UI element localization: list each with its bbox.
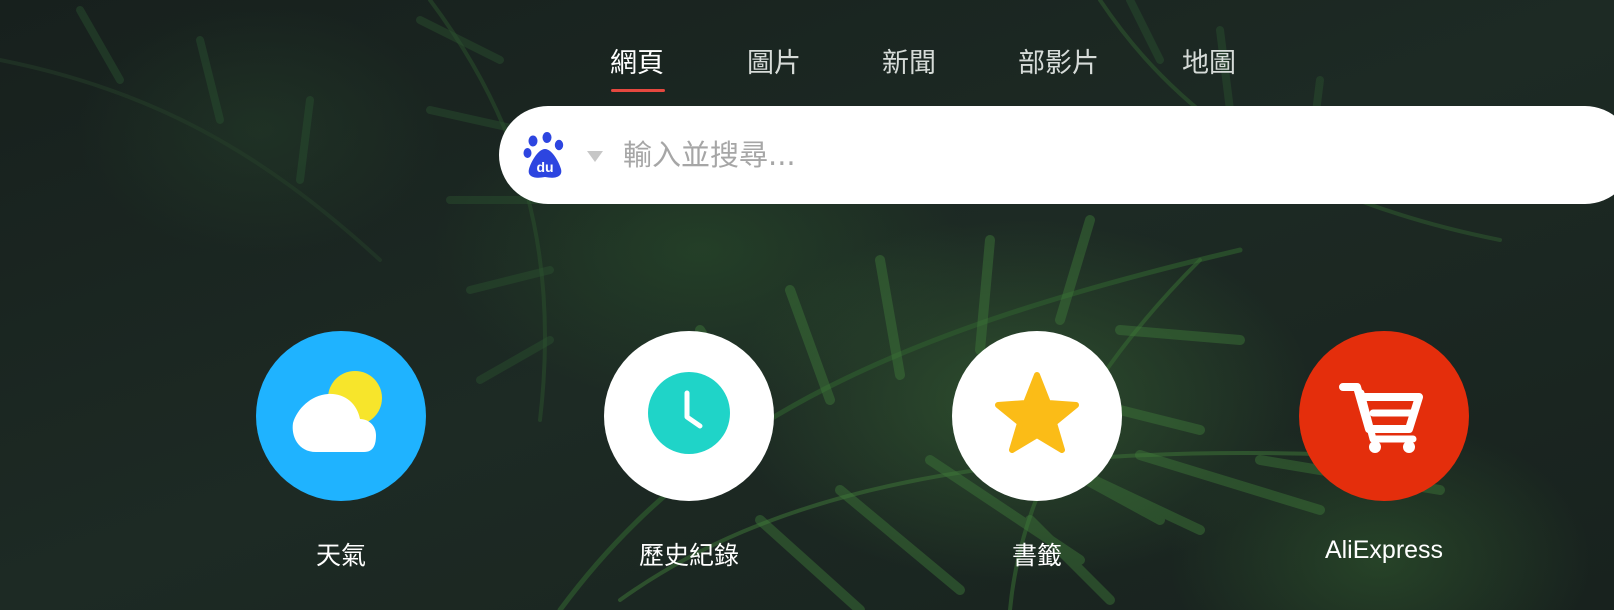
tab-news[interactable]: 新聞 <box>882 44 936 84</box>
tab-web-label: 網頁 <box>610 48 664 79</box>
star-icon <box>995 372 1079 453</box>
tab-news-label: 新聞 <box>882 48 936 79</box>
shortcut-aliexpress-label: AliExpress <box>1324 536 1444 564</box>
shortcut-weather-label: 天氣 <box>315 542 366 570</box>
tab-videos-label: 部影片 <box>1018 48 1099 79</box>
shortcut-history[interactable]: 歷史紀錄 <box>603 331 775 572</box>
active-tab-indicator <box>611 89 665 92</box>
tab-videos[interactable]: 部影片 <box>1018 44 1099 84</box>
cart-icon <box>1339 383 1423 453</box>
tab-images-label: 圖片 <box>747 48 801 79</box>
bookmarks-shortcut-tile <box>952 331 1122 501</box>
shortcut-aliexpress[interactable]: AliExpress <box>1298 331 1470 565</box>
search-bar: du <box>499 106 1614 204</box>
engine-dropdown-caret-icon[interactable] <box>587 151 603 162</box>
tab-web[interactable]: 網頁 <box>610 44 665 92</box>
history-shortcut-tile <box>604 331 774 501</box>
weather-icon <box>256 331 426 501</box>
shortcut-bookmarks[interactable]: 書籤 <box>951 331 1123 572</box>
search-input[interactable] <box>623 130 1523 180</box>
aliexpress-shortcut-tile <box>1299 331 1469 501</box>
svg-text:du: du <box>536 159 553 175</box>
tab-images[interactable]: 圖片 <box>747 44 801 84</box>
baidu-paw-icon[interactable]: du <box>523 132 567 180</box>
clock-icon <box>648 372 730 454</box>
shortcut-bookmarks-label: 書籤 <box>1011 542 1062 570</box>
tab-maps-label: 地圖 <box>1182 48 1236 79</box>
tab-maps[interactable]: 地圖 <box>1182 44 1236 84</box>
shortcut-history-label: 歷史紀錄 <box>638 542 739 570</box>
shortcut-weather[interactable]: 天氣 <box>255 331 427 572</box>
